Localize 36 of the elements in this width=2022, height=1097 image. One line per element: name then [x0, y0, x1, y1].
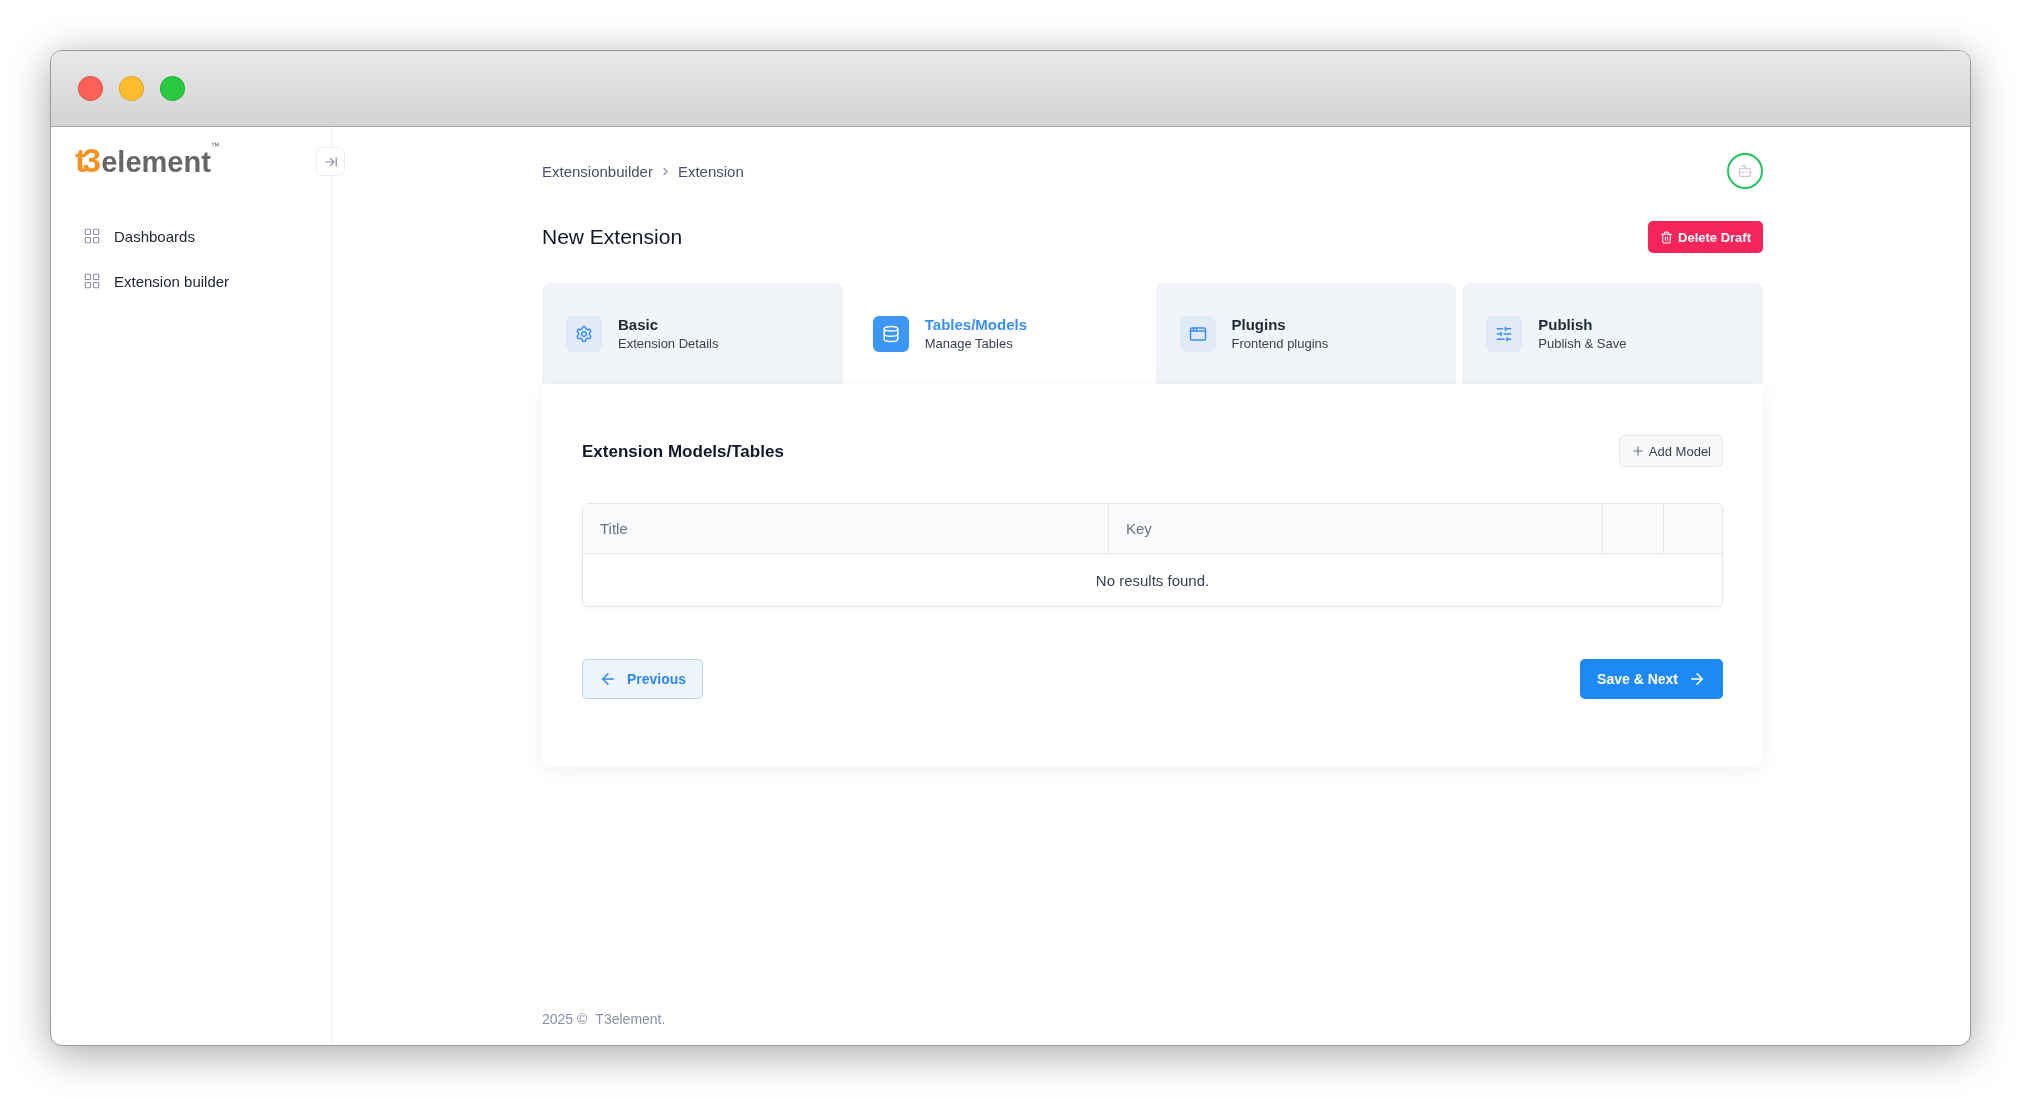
breadcrumb-link[interactable]: Extensionbuilder: [542, 162, 653, 180]
copyright-brand: T3element.: [595, 1011, 666, 1027]
gear-icon: [566, 315, 602, 352]
save-next-button[interactable]: Save & Next: [1580, 659, 1723, 699]
delete-draft-button[interactable]: Delete Draft: [1648, 221, 1763, 253]
window-icon: [1179, 315, 1216, 352]
grid-icon: [83, 227, 101, 245]
minimize-button[interactable]: [119, 76, 144, 101]
user-avatar[interactable]: [1727, 153, 1763, 189]
add-model-button[interactable]: Add Model: [1618, 435, 1723, 467]
sliders-icon: [1486, 315, 1523, 352]
section-heading: Extension Models/Tables: [582, 442, 784, 462]
column-header: Key: [1108, 504, 1602, 553]
logo-mark: t3: [75, 143, 98, 177]
sidebar-item[interactable]: Extension builder: [75, 272, 331, 290]
column-header: Title: [599, 519, 629, 539]
arrow-right-icon: [1688, 670, 1706, 688]
collapse-sidebar-button[interactable]: [316, 147, 345, 176]
arrow-to-line-icon: [323, 154, 338, 169]
close-button[interactable]: [78, 76, 103, 101]
robot-icon: [1737, 163, 1753, 179]
grid-icon: [83, 272, 101, 290]
plus-icon: [1630, 444, 1645, 458]
trademark: ™: [210, 141, 220, 151]
breadcrumb-link[interactable]: Extension: [677, 162, 744, 180]
page-title: New Extension: [542, 225, 683, 249]
step-tab[interactable]: Publish Publish & Save: [1462, 283, 1763, 384]
maximize-button[interactable]: [160, 76, 185, 101]
step-tab[interactable]: Plugins Frontend plugins: [1155, 283, 1457, 384]
database-icon: [872, 315, 909, 352]
sidebar-item[interactable]: Dashboards: [75, 227, 331, 245]
logo-text: element: [101, 148, 211, 177]
step-tab[interactable]: Basic Extension Details: [542, 283, 843, 384]
copyright-year: 2025 ©: [542, 1011, 588, 1027]
trash-icon: [1660, 230, 1674, 244]
empty-message: No results found.: [1094, 570, 1211, 591]
